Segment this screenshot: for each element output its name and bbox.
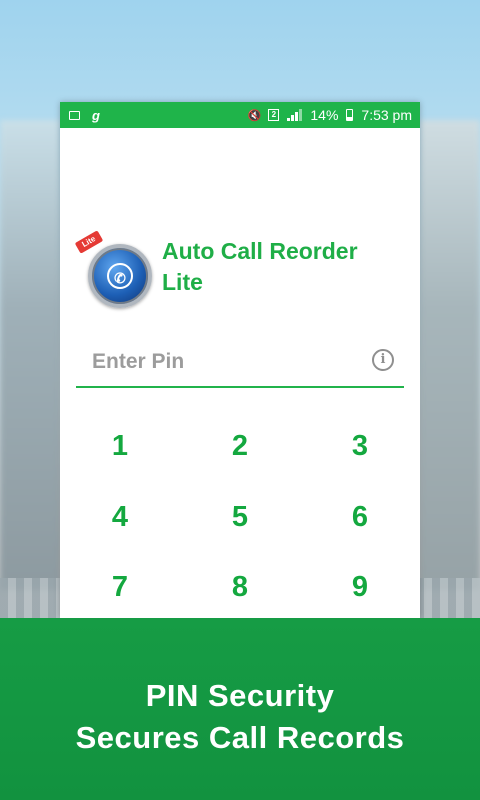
promo-headline: PIN Security: [145, 678, 335, 713]
sim-icon: 2: [268, 109, 280, 121]
status-bar: g 🔇 2 14% 7:53 pm: [60, 102, 420, 128]
g-icon: g: [92, 107, 100, 123]
signal-icon: [287, 109, 303, 121]
vibrate-icon: 🔇: [247, 109, 262, 122]
battery-icon: [346, 109, 354, 121]
pin-field: i: [76, 340, 404, 388]
key-1[interactable]: 1: [80, 421, 160, 471]
key-5[interactable]: 5: [200, 492, 280, 542]
key-3[interactable]: 3: [320, 421, 400, 471]
key-2[interactable]: 2: [200, 421, 280, 471]
key-6[interactable]: 6: [320, 492, 400, 542]
key-9[interactable]: 9: [320, 562, 400, 612]
battery-percent: 14%: [310, 107, 339, 123]
pin-input[interactable]: [76, 340, 346, 384]
phone-icon: ✆: [107, 263, 133, 289]
app-title: Auto Call Reorder Lite: [162, 238, 358, 295]
key-7[interactable]: 7: [80, 562, 160, 612]
background-left: [0, 120, 60, 590]
status-time: 7:53 pm: [361, 107, 412, 123]
background-right: [420, 120, 480, 590]
app-logo: ✆: [88, 244, 152, 308]
image-icon: [68, 109, 80, 121]
key-8[interactable]: 8: [200, 562, 280, 612]
key-4[interactable]: 4: [80, 492, 160, 542]
promo-subheadline: Secures Call Records: [75, 720, 405, 755]
info-icon[interactable]: i: [372, 349, 394, 371]
